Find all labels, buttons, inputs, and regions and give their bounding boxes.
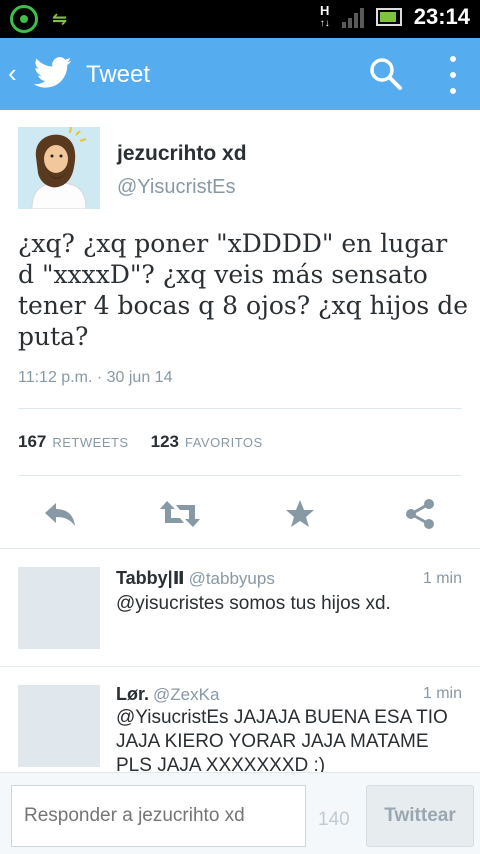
signal-strength-icon	[341, 6, 364, 28]
reply-avatar[interactable]	[18, 685, 100, 767]
author-name[interactable]: jezucrihto xd	[117, 142, 247, 166]
back-chevron-icon[interactable]: ‹	[8, 60, 17, 86]
char-count: 140	[318, 809, 350, 830]
favorites-label[interactable]: FAVORITOS	[185, 435, 263, 450]
divider	[0, 548, 480, 549]
author-avatar[interactable]	[18, 127, 100, 209]
reply-author-handle: @ZexKa	[153, 685, 220, 704]
reply-author-name: Lør.	[116, 684, 150, 704]
overflow-menu-icon[interactable]	[438, 56, 468, 94]
reply-icon[interactable]	[40, 496, 80, 532]
share-icon[interactable]	[400, 496, 440, 532]
tweet-button[interactable]: Twittear	[366, 785, 474, 847]
tweet-timestamp: 11:12 p.m. · 30 jun 14	[18, 369, 173, 386]
status-bar: ⇋ H ↑↓ 23:14	[0, 0, 480, 38]
favorite-star-icon[interactable]	[280, 496, 320, 532]
data-transfer-icon: ⇋	[52, 8, 68, 29]
action-bar: ‹ Tweet	[0, 38, 480, 110]
page-title: Tweet	[86, 61, 151, 88]
reply-author-name: Tabby|Ⅱ	[116, 568, 185, 588]
reply-avatar[interactable]	[18, 567, 100, 649]
network-type-indicator: H ↑↓	[319, 3, 330, 29]
reply-text: @yisucristes somos tus hijos xd.	[116, 593, 391, 614]
retweet-icon[interactable]	[160, 496, 200, 532]
whatsapp-notification-icon	[10, 5, 38, 33]
tweet-actions-bar	[0, 490, 480, 536]
divider	[18, 408, 462, 409]
author-handle[interactable]: @YisucristEs	[117, 176, 235, 199]
reply-author[interactable]: Tabby|Ⅱ @tabbyups	[116, 568, 275, 589]
reply-author-handle: @tabbyups	[188, 569, 275, 588]
status-clock: 23:14	[413, 4, 470, 29]
divider	[18, 475, 462, 476]
tweet-text: ¿xq? ¿xq poner "xDDDD" en lugar d "xxxxD…	[18, 229, 468, 351]
reply-time: 1 min	[422, 570, 462, 587]
divider	[0, 666, 480, 667]
battery-icon	[375, 8, 402, 26]
search-icon[interactable]	[368, 56, 404, 92]
favorites-count[interactable]: 123	[151, 432, 179, 452]
reply-time: 1 min	[422, 685, 462, 702]
retweets-count[interactable]: 167	[18, 432, 46, 452]
reply-text: @YisucristEs JAJAJA BUENA ESA TIO JAJA K…	[116, 707, 448, 772]
reply-input[interactable]	[11, 785, 306, 847]
tweet-stats: 167 RETWEETS 123 FAVORITOS	[18, 432, 279, 452]
twitter-bird-icon[interactable]	[34, 56, 72, 90]
reply-author[interactable]: Lør. @ZexKa	[116, 684, 219, 705]
retweets-label[interactable]: RETWEETS	[52, 435, 128, 450]
reply-composer: 140 Twittear	[0, 772, 480, 854]
